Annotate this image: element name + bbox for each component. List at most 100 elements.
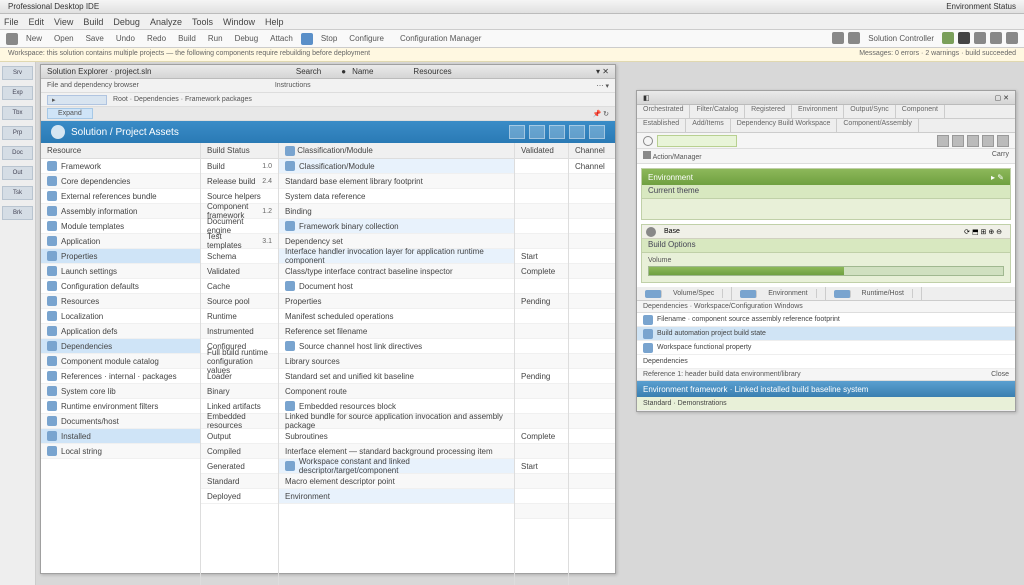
status-row[interactable]: Validated xyxy=(201,264,278,279)
hdr-icon-4[interactable] xyxy=(569,125,585,139)
module-row[interactable]: Component route xyxy=(279,384,514,399)
status-row[interactable]: Test templates3.1 xyxy=(201,234,278,249)
menu-edit[interactable]: Edit xyxy=(29,17,45,27)
close-icon[interactable]: ▢ ✕ xyxy=(995,94,1009,102)
status-row[interactable]: Embedded resources xyxy=(201,414,278,429)
env-row-0[interactable]: Standard · Demonstrations xyxy=(637,397,1015,411)
status-row[interactable]: Build1.0 xyxy=(201,159,278,174)
status-row[interactable]: Binary xyxy=(201,384,278,399)
tb-config-label[interactable]: Configuration Manager xyxy=(396,32,485,45)
menu-help[interactable]: Help xyxy=(265,17,284,27)
status-row[interactable]: Generated xyxy=(201,459,278,474)
menu-debug[interactable]: Debug xyxy=(113,17,140,27)
module-row[interactable]: Binding xyxy=(279,204,514,219)
status-row[interactable]: Cache xyxy=(201,279,278,294)
module-row[interactable]: Class/type interface contract baseline i… xyxy=(279,264,514,279)
rail-tasks[interactable]: Tsk xyxy=(2,186,33,200)
module-row[interactable]: Interface handler invocation layer for a… xyxy=(279,249,514,264)
status-row[interactable]: Full build runtime configuration values xyxy=(201,354,278,369)
status-row[interactable]: Runtime xyxy=(201,309,278,324)
rtab-filter[interactable]: Filter/Catalog xyxy=(690,105,745,118)
module-row[interactable]: Library sources xyxy=(279,354,514,369)
tree-row[interactable]: Local string xyxy=(41,444,200,459)
crumb-chip[interactable]: ▸ xyxy=(47,95,107,105)
tree-row[interactable]: Resources xyxy=(41,294,200,309)
g2-search-icon[interactable] xyxy=(646,227,656,237)
rtab2-comp[interactable]: Component/Assembly xyxy=(837,119,918,132)
tool-icon-4[interactable] xyxy=(982,135,994,147)
tb-config[interactable]: Configure xyxy=(345,32,388,45)
hdr-icon-2[interactable] xyxy=(529,125,545,139)
green1-title[interactable]: Environment▸ ✎ xyxy=(642,169,1010,185)
rtab-registered[interactable]: Registered xyxy=(745,105,792,118)
menu-analyze[interactable]: Analyze xyxy=(150,17,182,27)
refresh-icon[interactable] xyxy=(832,32,844,44)
module-row[interactable]: Framework binary collection xyxy=(279,219,514,234)
tree-row[interactable]: Configuration defaults xyxy=(41,279,200,294)
module-row[interactable]: Properties xyxy=(279,294,514,309)
list-icon[interactable] xyxy=(990,32,1002,44)
dep-row-2[interactable]: Workspace functional property xyxy=(637,341,1015,355)
module-row[interactable]: Linked bundle for source application inv… xyxy=(279,414,514,429)
status-row[interactable]: Standard xyxy=(201,474,278,489)
tool-icon-1[interactable] xyxy=(937,135,949,147)
rtab-env[interactable]: Environment xyxy=(792,105,844,118)
tb-open[interactable]: Open xyxy=(50,32,78,45)
tree-row[interactable]: Component module catalog xyxy=(41,354,200,369)
expand-button[interactable]: Expand xyxy=(47,108,93,119)
explorer-tab-name[interactable]: Name xyxy=(352,67,373,76)
rtab2-add[interactable]: Add/Items xyxy=(686,119,731,132)
module-row[interactable]: System data reference xyxy=(279,189,514,204)
settings-icon[interactable] xyxy=(848,32,860,44)
tb-run[interactable]: Run xyxy=(204,32,227,45)
dep-row-0[interactable]: Filename · component source assembly ref… xyxy=(637,313,1015,327)
tb-redo[interactable]: Redo xyxy=(143,32,170,45)
tb-debug[interactable]: Debug xyxy=(231,32,263,45)
tree-row[interactable]: Core dependencies xyxy=(41,174,200,189)
tree-row[interactable]: External references bundle xyxy=(41,189,200,204)
tree-row[interactable]: Assembly information xyxy=(41,204,200,219)
mtab-env[interactable]: Environment xyxy=(732,287,825,300)
tree-row[interactable]: Localization xyxy=(41,309,200,324)
rtab2-established[interactable]: Established xyxy=(637,119,686,132)
dep-row-3[interactable]: Dependencies xyxy=(637,355,1015,369)
module-row[interactable]: Manifest scheduled operations xyxy=(279,309,514,324)
rail-output[interactable]: Out xyxy=(2,166,33,180)
tree-row[interactable]: References · internal · packages xyxy=(41,369,200,384)
new-icon[interactable] xyxy=(6,33,18,45)
status-row[interactable]: Instrumented xyxy=(201,324,278,339)
rtab-orchestrated[interactable]: Orchestrated xyxy=(637,105,690,118)
tree-row[interactable]: Documents/host xyxy=(41,414,200,429)
module-row[interactable]: Subroutines xyxy=(279,429,514,444)
rail-properties[interactable]: Prp xyxy=(2,126,33,140)
rtab2-depbuild[interactable]: Dependency Build Workspace xyxy=(731,119,838,132)
grid-icon[interactable] xyxy=(974,32,986,44)
module-row[interactable]: Environment xyxy=(279,489,514,504)
module-row[interactable]: Workspace constant and linked descriptor… xyxy=(279,459,514,474)
module-row[interactable]: Reference set filename xyxy=(279,324,514,339)
tb-build[interactable]: Build xyxy=(174,32,200,45)
menu-file[interactable]: File xyxy=(4,17,19,27)
rail-server[interactable]: Srv xyxy=(2,66,33,80)
menu-view[interactable]: View xyxy=(54,17,73,27)
module-row[interactable]: Macro element descriptor point xyxy=(279,474,514,489)
mtab-volume[interactable]: Volume/Spec xyxy=(637,287,732,300)
status-row[interactable]: Output xyxy=(201,429,278,444)
module-row[interactable]: Standard base element library footprint xyxy=(279,174,514,189)
tree-row[interactable]: Framework xyxy=(41,159,200,174)
gear-icon[interactable] xyxy=(958,32,970,44)
rtab-output[interactable]: Output/Sync xyxy=(844,105,896,118)
explorer-search-label[interactable]: Search xyxy=(296,67,321,76)
search-icon[interactable] xyxy=(643,136,653,146)
tool-icon-5[interactable] xyxy=(997,135,1009,147)
menu-window[interactable]: Window xyxy=(223,17,255,27)
tool-icon-3[interactable] xyxy=(967,135,979,147)
tb-attach[interactable]: Attach xyxy=(266,32,297,45)
rtab-component[interactable]: Component xyxy=(896,105,945,118)
right-win-header[interactable]: ◧▢ ✕ xyxy=(637,91,1015,105)
tree-row[interactable]: Application xyxy=(41,234,200,249)
explorer-title[interactable]: Solution Explorer · project.sln Search ●… xyxy=(41,65,615,79)
status-row[interactable]: Source pool xyxy=(201,294,278,309)
pin-icon[interactable]: 📌 ↻ xyxy=(592,110,609,118)
rail-breakpoints[interactable]: Brk xyxy=(2,206,33,220)
